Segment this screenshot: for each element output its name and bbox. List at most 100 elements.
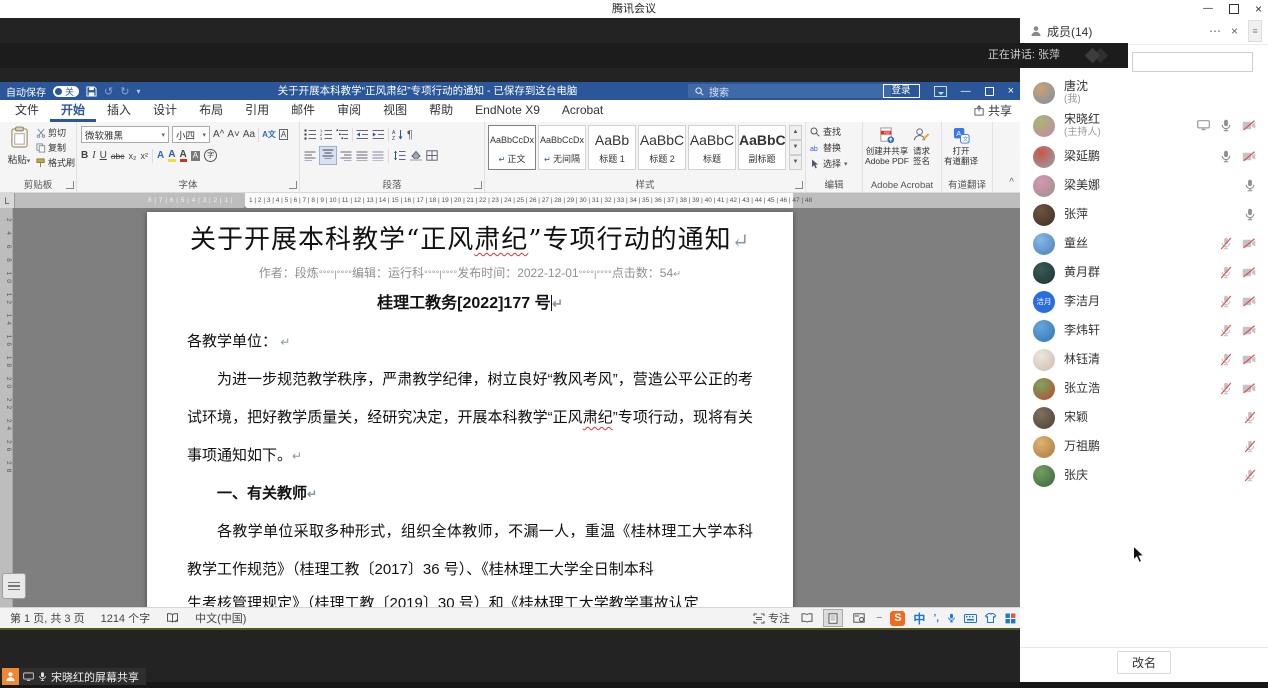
format-painter-button[interactable]: 格式刷 — [36, 156, 75, 169]
tab-审阅[interactable]: 审阅 — [326, 100, 372, 122]
ribbon-display-options-icon[interactable] — [934, 86, 947, 97]
mic-icon[interactable] — [1220, 382, 1232, 395]
create-pdf-button[interactable]: PDF 创建并共享Adobe PDF — [865, 127, 909, 166]
subscript-icon[interactable]: x₂ — [129, 150, 137, 162]
print-layout-button[interactable] — [824, 610, 842, 626]
undo-icon[interactable]: ↺ — [104, 85, 113, 98]
paragraph-body-clipped[interactable]: 生考核管理规定》（桂理工教〔2019〕30 号）和《桂林理工大学教学事故认定 — [187, 593, 753, 607]
clipboard-dialog-launcher-icon[interactable] — [66, 181, 74, 189]
web-layout-button[interactable] — [850, 610, 868, 626]
style-标题 2[interactable]: AaBbC标题 2 — [638, 125, 686, 170]
borders-icon[interactable] — [426, 150, 438, 161]
tab-布局[interactable]: 布局 — [188, 100, 234, 122]
collapse-ribbon-icon[interactable]: ^ — [1009, 177, 1014, 188]
shrink-font-icon[interactable]: A˅ — [227, 129, 240, 141]
member-row-童丝[interactable]: 童丝 — [1020, 229, 1268, 258]
member-row-宋颖[interactable]: 宋颖 — [1020, 403, 1268, 432]
paragraph-body[interactable]: 为进一步规范教学秩序，严肃教学纪律，树立良好“教风考风”，营造公平公正的考试环境… — [187, 361, 753, 475]
page-indicator[interactable]: 第 1 页, 共 3 页 — [10, 610, 85, 626]
mic-icon[interactable] — [1244, 179, 1256, 192]
copy-button[interactable]: 复制 — [36, 141, 75, 154]
word-count[interactable]: 1214 个字 — [101, 610, 151, 626]
character-border-icon[interactable]: A — [279, 129, 288, 140]
member-row-李炜轩[interactable]: 李炜轩 — [1020, 316, 1268, 345]
language-indicator[interactable]: 中文(中国) — [195, 610, 246, 626]
panel-close-icon[interactable]: × — [1231, 24, 1238, 38]
bullet-list-icon[interactable] — [304, 129, 317, 140]
align-center-icon[interactable] — [322, 149, 334, 159]
ime-punctuation-icon[interactable]: ’, — [933, 613, 939, 624]
member-row-梁延鹏[interactable]: 梁延鹏 — [1020, 142, 1268, 171]
multilevel-list-icon[interactable] — [336, 129, 349, 140]
styles-dialog-launcher-icon[interactable] — [795, 181, 803, 189]
increase-indent-icon[interactable] — [372, 129, 385, 140]
member-row-梁美娜[interactable]: 梁美娜 — [1020, 171, 1268, 200]
login-button[interactable]: 登录 — [883, 84, 920, 98]
word-restore-button[interactable] — [985, 87, 994, 96]
line-spacing-icon[interactable] — [393, 150, 406, 161]
panel-more-icon[interactable]: ⋯ — [1209, 24, 1221, 38]
style-gallery-more-icon[interactable]: ▼ — [789, 155, 802, 170]
mic-icon[interactable] — [1220, 150, 1232, 163]
text-effects-icon[interactable]: A — [157, 150, 164, 162]
style-标题[interactable]: AaBbC标题 — [688, 125, 736, 170]
paragraph-heading[interactable]: 一、有关教师↵ — [187, 475, 753, 513]
zoom-out-icon[interactable]: − — [876, 612, 882, 624]
paste-button[interactable]: 粘贴▾ — [4, 126, 34, 166]
font-dialog-launcher-icon[interactable] — [289, 181, 297, 189]
font-size-select[interactable]: 小四▾ — [172, 126, 210, 143]
word-minimize-button[interactable]: — — [961, 86, 971, 97]
redo-icon[interactable]: ↻ — [120, 85, 129, 98]
mic-icon[interactable] — [1220, 353, 1232, 366]
share-button[interactable]: 共享 — [974, 102, 1012, 119]
phonetic-guide-icon[interactable]: A文 — [262, 129, 276, 141]
quick-access-caret-icon[interactable]: ▾ — [136, 87, 140, 96]
enclose-characters-icon[interactable]: 字 — [204, 149, 217, 162]
highlight-color-icon[interactable]: A — [168, 150, 175, 162]
camera-off-icon[interactable] — [1242, 325, 1256, 336]
maximize-button[interactable] — [1229, 4, 1239, 14]
paragraph-salutation[interactable]: 各教学单位： ↵ — [187, 323, 753, 361]
tab-视图[interactable]: 视图 — [372, 100, 418, 122]
italic-icon[interactable]: I — [92, 150, 95, 162]
tab-插入[interactable]: 插入 — [96, 100, 142, 122]
tab-帮助[interactable]: 帮助 — [418, 100, 464, 122]
mic-icon[interactable] — [1244, 440, 1256, 453]
mic-icon[interactable] — [1244, 469, 1256, 482]
minimize-button[interactable]: — — [1203, 0, 1213, 18]
share-status-badge[interactable]: 宋晓红的屏幕共享 — [2, 668, 146, 685]
read-mode-button[interactable] — [798, 610, 816, 626]
tab-Acrobat[interactable]: Acrobat — [551, 100, 614, 122]
mic-icon[interactable] — [1220, 266, 1232, 279]
superscript-icon[interactable]: x² — [141, 150, 149, 162]
paragraph-dialog-launcher-icon[interactable] — [474, 181, 482, 189]
camera-off-icon[interactable] — [1242, 354, 1256, 365]
member-row-李洁月[interactable]: 洁月 李洁月 — [1020, 287, 1268, 316]
horizontal-ruler[interactable]: L 8 | 7 | 6 | 5 | 4 | 3 | 2 | 1 | 1 | 2 … — [0, 193, 1020, 209]
sogou-ime-icon[interactable]: S — [890, 611, 905, 626]
strikethrough-icon[interactable]: abc — [111, 150, 125, 162]
vertical-ruler[interactable]: 2 4 6 8 10 12 14 16 18 20 22 24 26 28 — [0, 208, 13, 607]
camera-off-icon[interactable] — [1242, 267, 1256, 278]
word-close-button[interactable]: × — [1008, 85, 1014, 97]
replace-button[interactable]: ab替换 — [810, 141, 848, 154]
cut-button[interactable]: 剪切 — [36, 126, 75, 139]
decrease-indent-icon[interactable] — [356, 129, 369, 140]
member-row-张萍[interactable]: 张萍 — [1020, 200, 1268, 229]
show-marks-icon[interactable]: ¶ — [407, 129, 413, 141]
tab-EndNote X9[interactable]: EndNote X9 — [464, 100, 551, 122]
member-row-万祖鹏[interactable]: 万祖鹏 — [1020, 432, 1268, 461]
nav-widget[interactable] — [2, 573, 26, 599]
member-row-黄月群[interactable]: 黄月群 — [1020, 258, 1268, 287]
mic-icon[interactable] — [1244, 208, 1256, 221]
camera-off-icon[interactable] — [1242, 151, 1256, 162]
select-button[interactable]: 选择▾ — [810, 157, 848, 170]
paragraph-docnum[interactable]: 桂理工教务[2022]177 号↵ — [187, 293, 753, 315]
ime-mode-indicator[interactable]: 中 — [913, 610, 925, 627]
sort-icon[interactable]: AZ — [392, 129, 404, 140]
ime-keyboard-icon[interactable] — [964, 614, 977, 623]
tab-开始[interactable]: 开始 — [50, 100, 96, 122]
member-row-张庆[interactable]: 张庆 — [1020, 461, 1268, 490]
bold-icon[interactable]: B — [81, 150, 88, 162]
font-color-icon[interactable]: A — [180, 150, 187, 162]
